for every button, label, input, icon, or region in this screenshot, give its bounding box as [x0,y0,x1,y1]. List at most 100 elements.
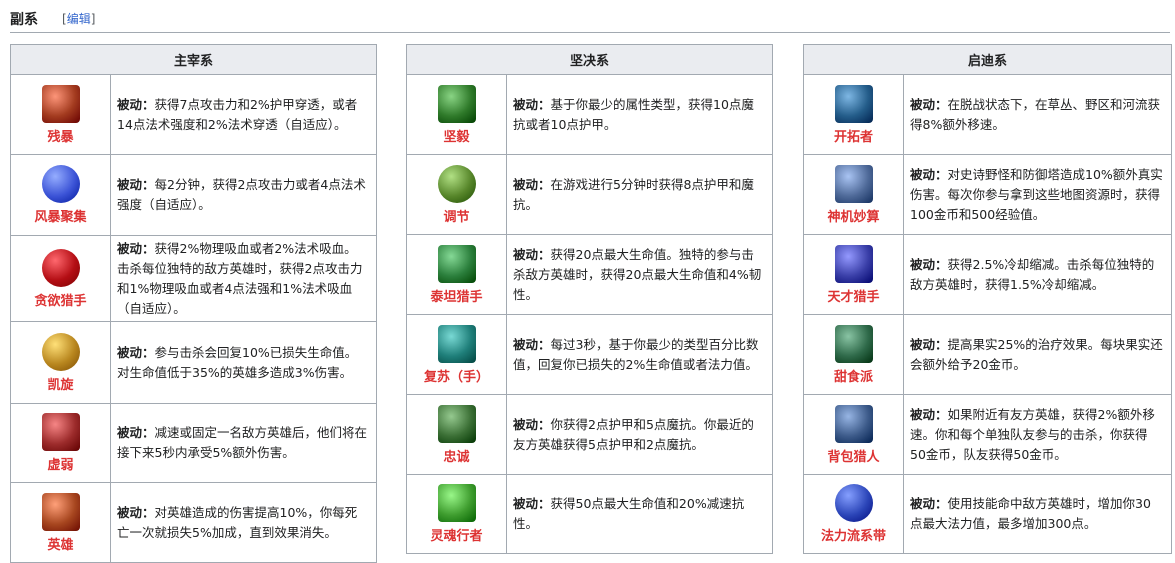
tenacity-icon[interactable] [437,84,476,123]
rune-description: 被动：基于你最少的属性类型，获得10点魔抗或者10点护甲。 [505,74,774,155]
table-row: 坚毅 被动：基于你最少的属性类型，获得10点魔抗或者10点护甲。 [406,74,774,155]
rune-effect-text: 获得2.5%冷却缩减。击杀每位独特的敌方英雄时，获得1.5%冷却缩减。 [910,256,1155,292]
passive-label: 被动： [910,96,948,112]
table-row: 背包猎人 被动：如果附近有友方英雄，获得2%额外移速。你和每个单独队友参与的击杀，… [803,394,1173,475]
table-header: 坚决系 [405,44,774,75]
table-header: 主宰系 [9,44,378,75]
rune-icon-cell: 背包猎人 [803,394,904,475]
table-row: 灵魂行者 被动：获得50点最大生命值和20%减速抗性。 [406,474,774,554]
packhunter-icon[interactable] [834,404,873,443]
rune-description: 被动：获得50点最大生命值和20%减速抗性。 [505,474,774,554]
rune-icon-cell: 风暴聚集 [10,154,111,236]
rune-name-link[interactable]: 灵魂行者 [407,525,506,544]
table-row: 风暴聚集 被动：每2分钟，获得2点攻击力或者4点法术强度（自适应）。 [10,154,378,236]
rune-name-link[interactable]: 贪欲猎手 [11,290,110,309]
table-row: 调节 被动：在游戏进行5分钟时获得8点护甲和魔抗。 [406,154,774,235]
rune-icon-cell: 开拓者 [803,74,904,155]
passive-label: 被动： [910,336,948,352]
passive-label: 被动： [513,336,551,352]
rune-name-link[interactable]: 背包猎人 [804,446,903,465]
rune-name-link[interactable]: 天才猎手 [804,286,903,305]
rune-name-link[interactable]: 复苏（手） [407,366,506,385]
edit-link[interactable]: 编辑 [67,12,91,26]
rune-description: 被动：获得7点攻击力和2%护甲穿透，或者14点法术强度和2%法术穿透（自适应）。 [109,74,378,155]
rune-table-2: 启迪系 开拓者 被动：在脱战状态下，在草丛、野区和河流获得8%额外移速。 神机妙算 被动… [802,44,1173,554]
rune-name-link[interactable]: 残暴 [11,126,110,145]
sweet-icon[interactable] [834,324,873,363]
rune-icon-cell: 坚毅 [406,74,507,155]
rune-name-link[interactable]: 虚弱 [11,454,110,473]
hero-icon[interactable] [41,492,80,531]
rune-effect-text: 减速或固定一名敌方英雄后，他们将在接下来5秒内承受5%额外伤害。 [117,425,368,460]
passive-label: 被动： [513,246,551,262]
rune-name-link[interactable]: 凯旋 [11,374,110,393]
revitalize-icon[interactable] [437,324,476,363]
rune-icon-cell: 法力流系带 [803,474,904,554]
rune-effect-text: 对史诗野怪和防御塔造成10%额外真实伤害。每次你参与拿到这些地图资源时，获得10… [910,166,1163,222]
rune-name-link[interactable]: 泰坦猎手 [407,286,506,305]
edit-link-wrapper: [编辑] [62,12,96,26]
owl-icon[interactable] [834,244,873,283]
passive-label: 被动： [910,496,948,511]
storm-icon[interactable] [41,165,80,203]
rune-name-link[interactable]: 法力流系带 [804,525,903,544]
rune-description: 被动：获得2.5%冷却缩减。击杀每位独特的敌方英雄时，获得1.5%冷却缩减。 [902,234,1173,315]
passive-label: 被动： [910,166,948,182]
rune-effect-text: 获得20点最大生命值。独特的参与击杀敌方英雄时，获得20点最大生命值和4%韧性。 [513,246,762,302]
passive-label: 被动： [117,240,155,256]
rune-icon-cell: 忠诚 [406,394,507,475]
table-row: 泰坦猎手 被动：获得20点最大生命值。独特的参与击杀敌方英雄时，获得20点最大生命… [406,234,774,315]
passive-label: 被动： [117,177,155,192]
passive-label: 被动： [117,425,155,440]
manaband-icon[interactable] [834,484,873,522]
rune-name-link[interactable]: 英雄 [11,534,110,553]
conditioning-icon[interactable] [437,164,476,203]
table-row: 残暴 被动：获得7点攻击力和2%护甲穿透，或者14点法术强度和2%法术穿透（自适应… [10,74,378,155]
rune-table-0: 主宰系 残暴 被动：获得7点攻击力和2%护甲穿透，或者14点法术强度和2%法术穿透（… [9,44,378,563]
table-row: 法力流系带 被动：使用技能命中敌方英雄时，增加你30点最大法力值，最多增加300点… [803,474,1173,554]
weakness-icon[interactable] [41,413,80,451]
soulwalker-icon[interactable] [437,484,476,522]
greed-icon[interactable] [41,248,80,287]
triumph-icon[interactable] [41,332,80,371]
table-header: 启迪系 [802,44,1173,75]
rune-description: 被动：参与击杀会回复10%已损失生命值。对生命值低于35%的英雄多造成3%伤害。 [109,321,378,404]
table-row: 忠诚 被动：你获得2点护甲和5点魔抗。你最近的友方英雄获得5点护甲和2点魔抗。 [406,394,774,475]
rune-name-link[interactable]: 神机妙算 [804,206,903,225]
rune-name-link[interactable]: 风暴聚集 [11,206,110,225]
rune-description: 被动：提高果实25%的治疗效果。每块果实还会额外给予20金币。 [902,314,1173,395]
rune-effect-text: 获得2%物理吸血或者2%法术吸血。击杀每位独特的敌方英雄时，获得2点攻击力和1%… [117,240,363,316]
rune-name-link[interactable]: 调节 [407,206,506,225]
rune-description: 被动：使用技能命中敌方英雄时，增加你30点最大法力值，最多增加300点。 [902,474,1173,554]
table-row: 神机妙算 被动：对史诗野怪和防御塔造成10%额外真实伤害。每次你参与拿到这些地图资… [803,154,1173,235]
rune-description: 被动：减速或固定一名敌方英雄后，他们将在接下来5秒内承受5%额外伤害。 [109,403,378,483]
rune-effect-text: 如果附近有友方英雄，获得2%额外移速。你和每个单独队友参与的击杀，你获得50金币… [910,406,1155,462]
rune-description: 被动：在脱战状态下，在草丛、野区和河流获得8%额外移速。 [902,74,1173,155]
rune-table-1: 坚决系 坚毅 被动：基于你最少的属性类型，获得10点魔抗或者10点护甲。 调节 被动：在… [405,44,774,554]
loyalty-icon[interactable] [437,404,476,443]
rune-description: 被动：在游戏进行5分钟时获得8点护甲和魔抗。 [505,154,774,235]
passive-label: 被动： [513,176,551,192]
section-title: 副系 [10,12,38,28]
rune-icon-cell: 英雄 [10,482,111,563]
rune-effect-text: 提高果实25%的治疗效果。每块果实还会额外给予20金币。 [910,336,1163,372]
rune-icon-cell: 天才猎手 [803,234,904,315]
rune-icon-cell: 凯旋 [10,321,111,404]
titan-icon[interactable] [437,244,476,283]
rune-description: 被动：获得2%物理吸血或者2%法术吸血。击杀每位独特的敌方英雄时，获得2点攻击力… [109,235,378,322]
rune-name-link[interactable]: 开拓者 [804,126,903,145]
rune-description: 被动：你获得2点护甲和5点魔抗。你最近的友方英雄获得5点护甲和2点魔抗。 [505,394,774,475]
rune-name-link[interactable]: 忠诚 [407,446,506,465]
rune-description: 被动：获得20点最大生命值。独特的参与击杀敌方英雄时，获得20点最大生命值和4%… [505,234,774,315]
rune-effect-text: 每2分钟，获得2点攻击力或者4点法术强度（自适应）。 [117,177,366,212]
rune-name-link[interactable]: 坚毅 [407,126,506,145]
rune-description: 被动：如果附近有友方英雄，获得2%额外移速。你和每个单独队友参与的击杀，你获得5… [902,394,1173,475]
rune-name-link[interactable]: 甜食派 [804,366,903,385]
brutal-icon[interactable] [41,84,80,123]
table-row: 贪欲猎手 被动：获得2%物理吸血或者2%法术吸血。击杀每位独特的敌方英雄时，获得2… [10,235,378,322]
tower-icon[interactable] [834,164,873,203]
rune-effect-text: 每过3秒，基于你最少的类型百分比数值，回复你已损失的2%生命值或者法力值。 [513,336,759,372]
rune-icon-cell: 调节 [406,154,507,235]
table-row: 甜食派 被动：提高果实25%的治疗效果。每块果实还会额外给予20金币。 [803,314,1173,395]
pioneer-icon[interactable] [834,84,873,123]
